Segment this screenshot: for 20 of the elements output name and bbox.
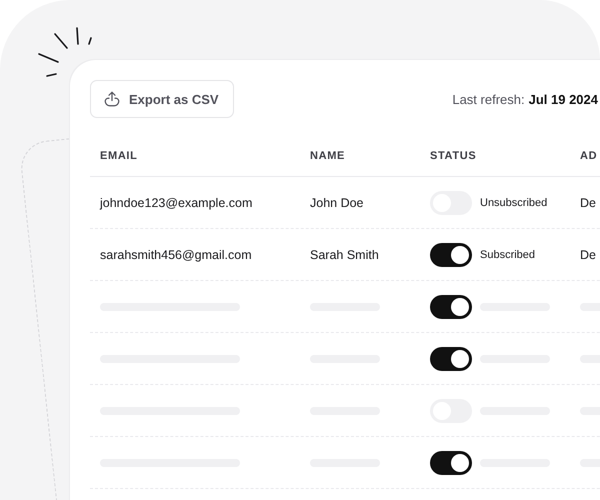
column-header: EMAIL bbox=[99, 150, 139, 162]
export-button[interactable]: Export as CSV bbox=[90, 80, 234, 118]
name-cell-text: Sarah Smith bbox=[309, 248, 380, 262]
refresh-date: Jul 19 2024 bbox=[528, 92, 598, 106]
toggle-switch[interactable] bbox=[430, 450, 472, 474]
toggle-switch[interactable] bbox=[430, 242, 472, 266]
toggle-switch[interactable] bbox=[430, 294, 472, 318]
email-cell-text: johndoe123@example.com bbox=[98, 196, 254, 210]
date-cell-text: De bbox=[579, 196, 597, 210]
column-header: NAME bbox=[309, 150, 346, 162]
column-header: STATUS bbox=[429, 150, 478, 162]
status-text: Unsubscribed bbox=[480, 196, 548, 208]
date-cell-text: De bbox=[579, 248, 597, 262]
status-text: Subscribed bbox=[480, 248, 536, 260]
column-header: AD bbox=[579, 150, 598, 162]
refresh-label: Last refresh: bbox=[452, 92, 525, 106]
name-cell-text: John Doe bbox=[309, 196, 365, 210]
email-cell-text: sarahsmith456@gmail.com bbox=[99, 248, 253, 262]
upload-icon bbox=[103, 90, 121, 108]
toggle-switch[interactable] bbox=[430, 346, 472, 370]
